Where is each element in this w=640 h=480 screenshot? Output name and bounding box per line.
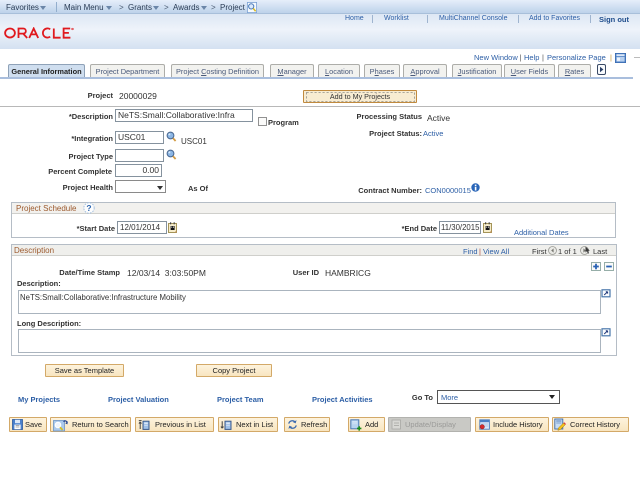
svg-text:?: ? [86,203,91,213]
